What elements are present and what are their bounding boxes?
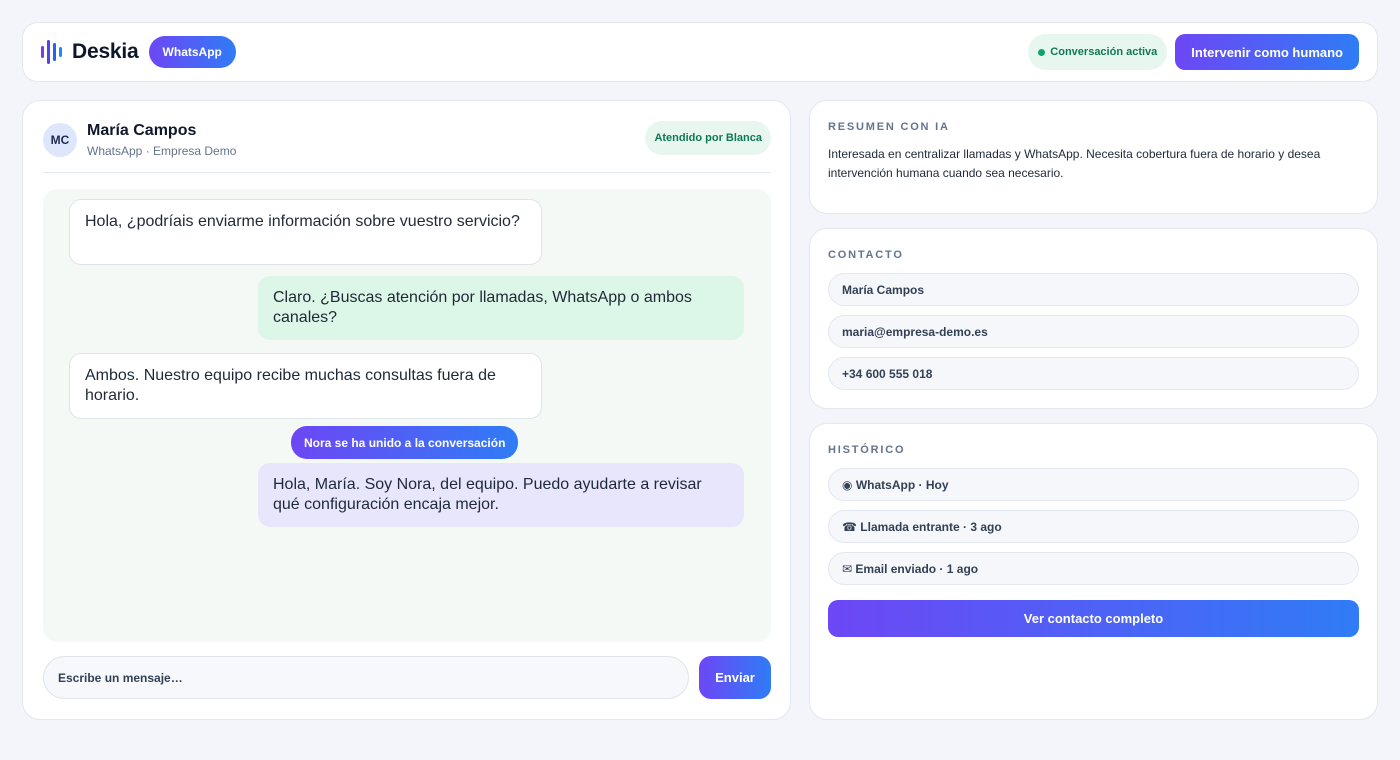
phone-icon: ☎ [842,519,857,534]
message-composer: Enviar [43,656,771,700]
brand-name: Deskia [72,40,139,63]
history-item-label: WhatsApp · Hoy [855,477,949,492]
view-full-contact-button[interactable]: Ver contacto completo [828,600,1359,637]
chat-panel: MC María Campos WhatsApp · Empresa Demo … [22,100,791,720]
conversation-status-badge: Conversación activa [1028,34,1168,70]
message-bubble-incoming: Hola, ¿podríais enviarme información sob… [69,199,542,265]
top-bar: Deskia WhatsApp Conversación activa Inte… [22,22,1378,82]
channel-badge: WhatsApp [148,36,236,68]
message-bubble-agent: Hola, María. Soy Nora, del equipo. Puedo… [258,463,744,527]
waveform-icon [41,39,62,65]
contact-subtitle: WhatsApp · Empresa Demo [87,144,237,158]
history-card: Histórico ◉ WhatsApp · Hoy ☎ Llamada ent… [809,423,1378,720]
contact-name: María Campos [87,122,197,139]
contact-card: Contacto María Campos maria@empresa-demo… [809,228,1378,409]
history-item[interactable]: ✉ Email enviado · 1 ago [828,552,1359,585]
history-item[interactable]: ◉ WhatsApp · Hoy [828,468,1359,501]
message-bubble-outgoing: Claro. ¿Buscas atención por llamadas, Wh… [258,276,744,340]
ai-summary-title: Resumen con IA [828,121,950,133]
contact-phone-field: +34 600 555 018 [828,357,1359,390]
history-title: Histórico [828,444,906,456]
ai-summary-text: Interesada en centralizar llamadas y Wha… [828,147,1321,180]
history-item-label: Llamada entrante · 3 ago [860,519,1002,534]
conversation-status-label: Conversación activa [1050,46,1158,58]
history-item-label: Email enviado · 1 ago [855,561,979,576]
whatsapp-icon: ◉ [842,477,853,492]
chat-header: MC María Campos WhatsApp · Empresa Demo … [43,121,771,173]
contact-card-title: Contacto [828,249,904,261]
avatar: MC [43,123,77,157]
message-input[interactable] [43,656,689,699]
message-bubble-incoming: Ambos. Nuestro equipo recibe muchas cons… [69,353,542,419]
status-dot-icon [1038,48,1046,56]
send-button[interactable]: Enviar [699,656,771,699]
intervene-as-human-button[interactable]: Intervenir como humano [1175,34,1359,70]
ai-summary-card: Resumen con IA Interesada en centralizar… [809,100,1378,214]
brand-logo: Deskia [41,39,139,65]
contact-email-field: maria@empresa-demo.es [828,315,1359,348]
message-list[interactable]: Hola, ¿podríais enviarme información sob… [43,189,771,642]
history-item[interactable]: ☎ Llamada entrante · 3 ago [828,510,1359,543]
system-notice: Nora se ha unido a la conversación [291,426,519,459]
mail-icon: ✉ [842,561,853,576]
attended-by-badge: Atendido por Blanca [645,121,771,155]
contact-name-field: María Campos [828,273,1359,306]
